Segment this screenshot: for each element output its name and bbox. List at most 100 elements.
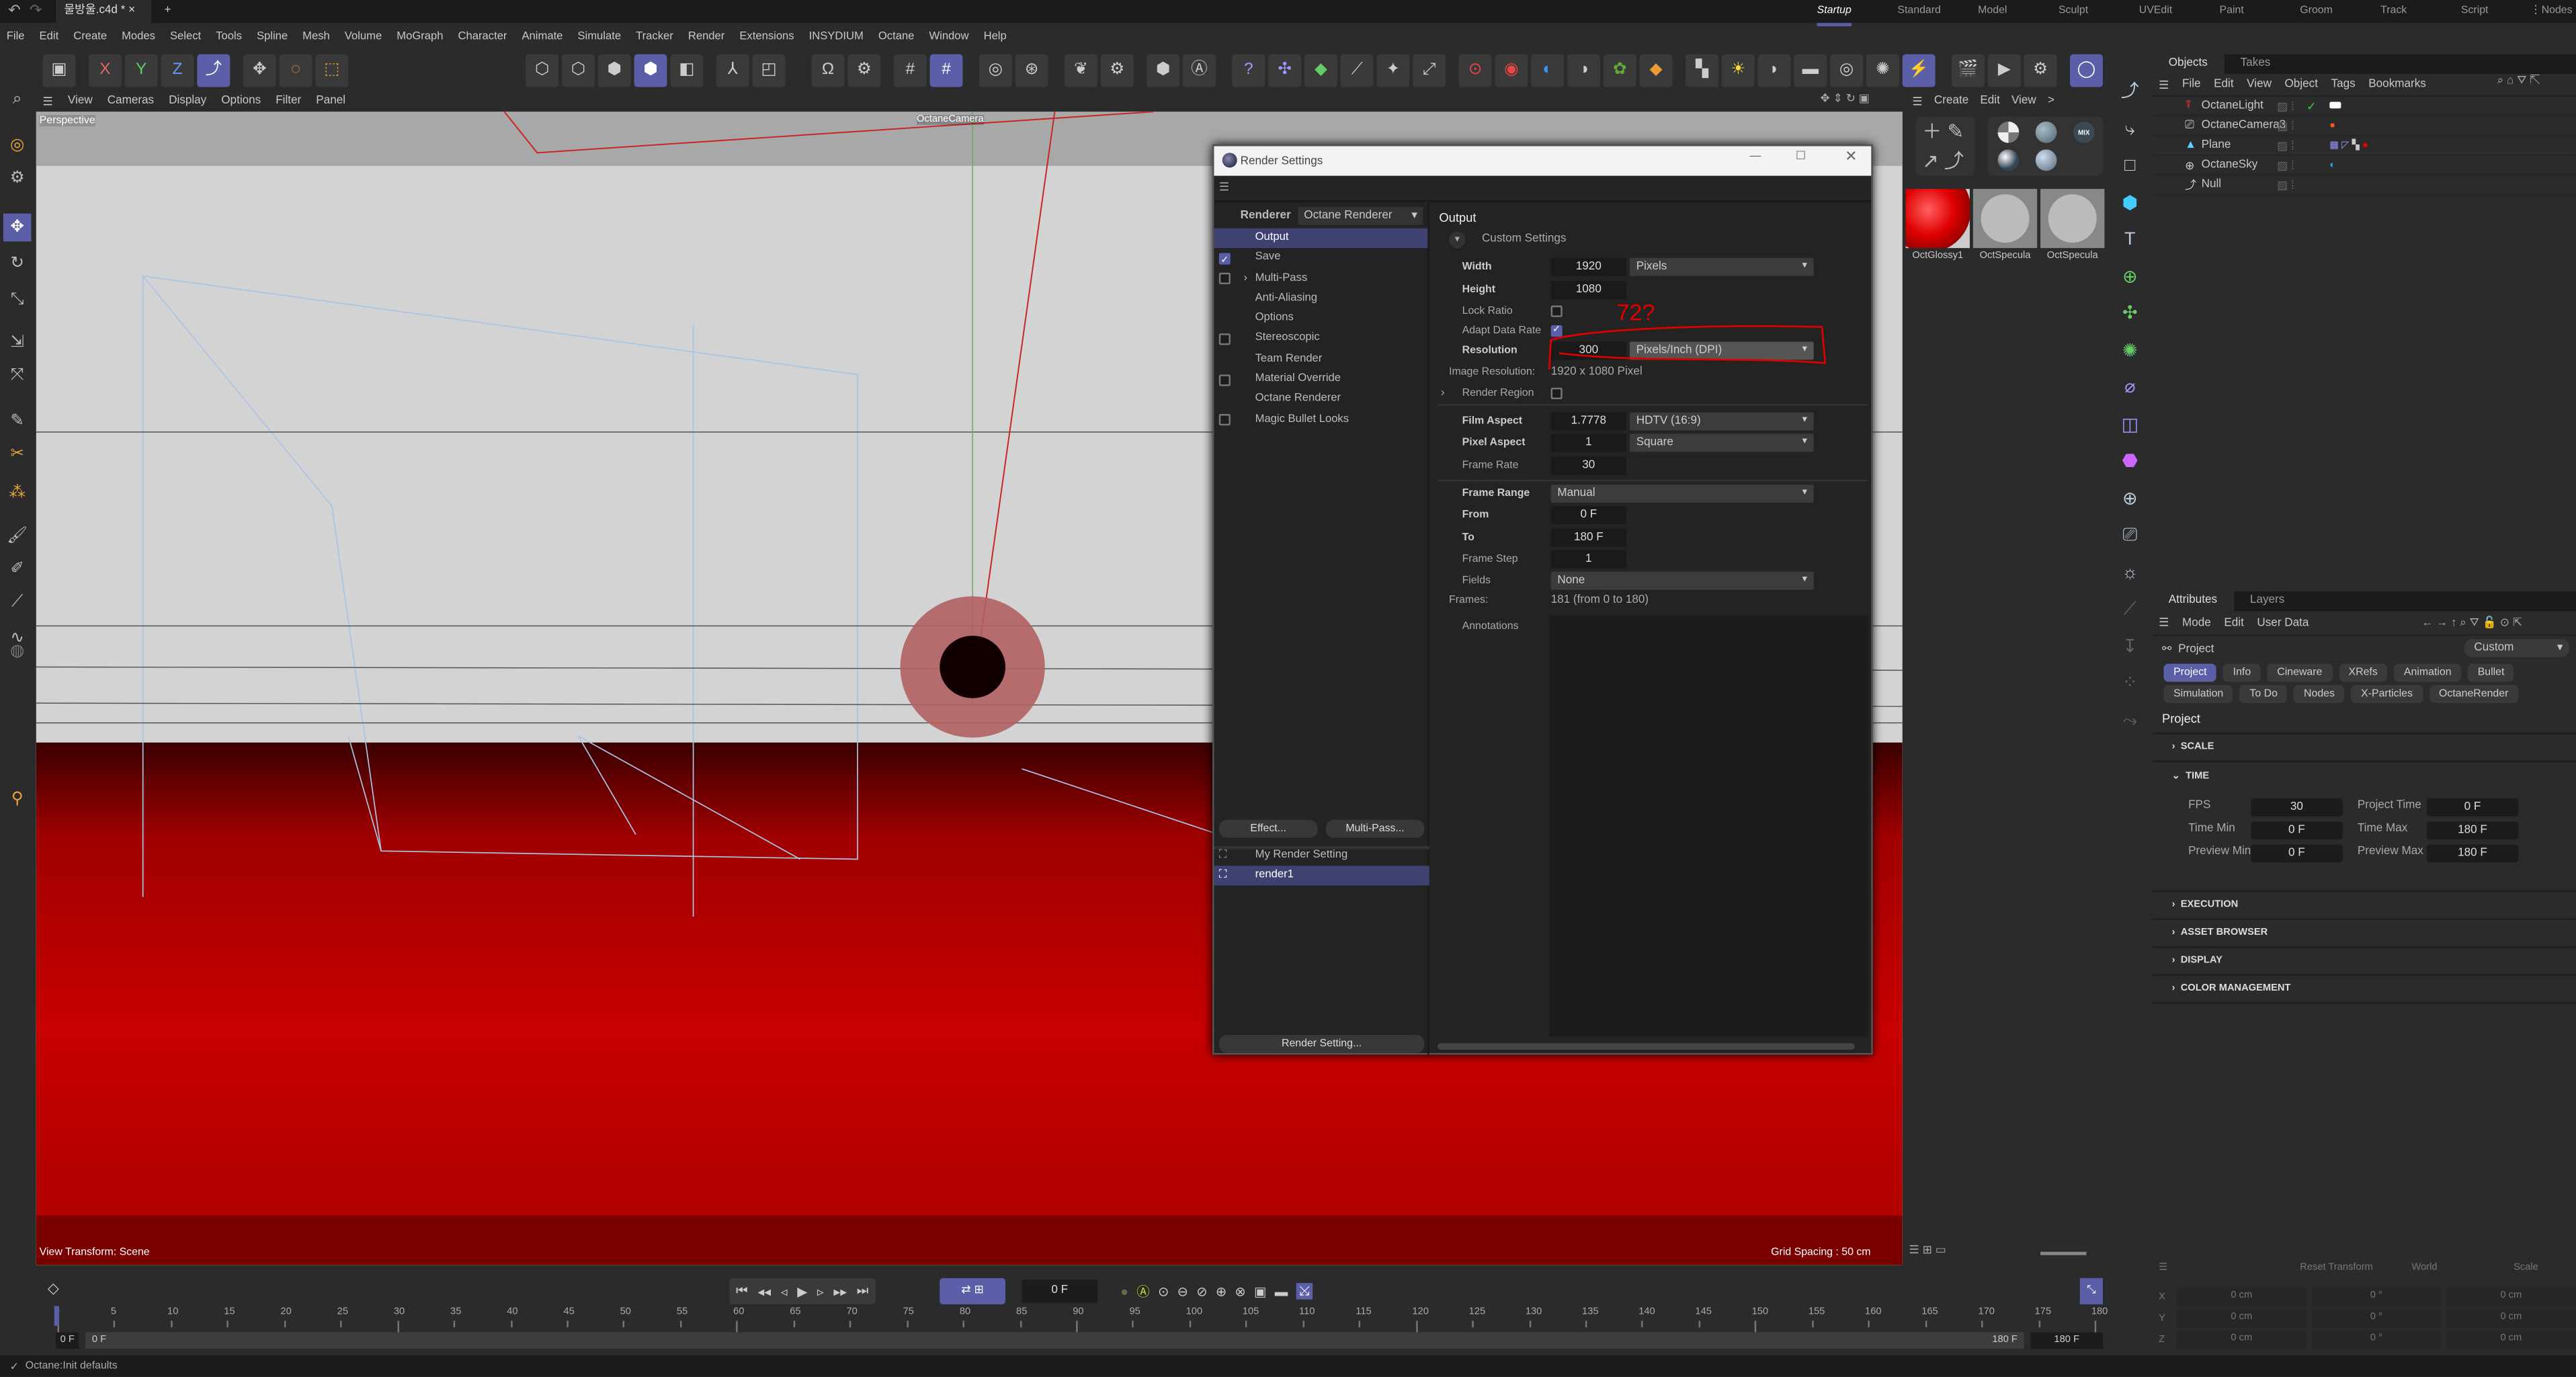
points-mode-icon[interactable]: ⬡ <box>526 54 559 87</box>
scale-dropdown[interactable]: Scale <box>2513 1263 2538 1274</box>
cube-icon[interactable]: ⬢ <box>1147 54 1180 87</box>
volume-icon[interactable]: ⬣ <box>2111 444 2149 481</box>
render-settings-icon[interactable]: ⚙ <box>2024 54 2057 87</box>
time-min-field[interactable]: 0 F <box>2250 821 2343 840</box>
menu-help[interactable]: Help <box>984 31 1007 42</box>
menu-select[interactable]: Select <box>170 31 201 42</box>
scatter-icon[interactable]: ✿ <box>1603 54 1636 87</box>
symmetry-icon[interactable]: ◎ <box>979 54 1012 87</box>
new-tab-button[interactable]: + <box>164 0 171 23</box>
frame-range-dropdown[interactable]: Manual <box>1550 483 1814 502</box>
menu-mograph[interactable]: MoGraph <box>397 31 443 42</box>
box-select-icon[interactable]: ⬚ <box>315 54 349 87</box>
viewport-menu-cameras[interactable]: Cameras <box>108 95 154 107</box>
key-position-icon[interactable]: ⊖ <box>1177 1284 1188 1298</box>
material-tools[interactable]: ＋ ✎ ↗ ⤴ <box>1915 116 1975 176</box>
deformer-object-icon[interactable]: ⌀ <box>2111 370 2149 407</box>
render-icon[interactable]: ▶ <box>1987 54 2021 87</box>
section-scale[interactable]: › SCALE <box>2152 735 2576 763</box>
viewport-menu-panel[interactable]: Panel <box>316 95 345 107</box>
attribute-menu-icon[interactable]: ☰ <box>2159 616 2169 629</box>
to-field[interactable]: 180 F <box>1550 528 1627 546</box>
snap-settings-icon[interactable]: ⚙ <box>847 54 881 87</box>
attribute-menu-item[interactable]: Edit <box>2224 617 2243 628</box>
align-icon[interactable]: ⤧ <box>3 362 32 390</box>
viewport-menu-view[interactable]: View <box>68 95 93 107</box>
solo-icon[interactable]: ◰ <box>752 54 786 87</box>
menu-tools[interactable]: Tools <box>216 31 242 42</box>
current-frame-field[interactable]: 0 F <box>1022 1280 1097 1303</box>
sky-tag-icon[interactable]: ◐ <box>2329 160 2335 170</box>
film-aspect-dropdown[interactable]: HDTV (16:9) <box>1629 411 1814 430</box>
move-tool-icon[interactable]: ✥ <box>3 213 32 242</box>
maximize-icon[interactable]: ☐ <box>1796 149 1806 163</box>
render-nav-team-render[interactable]: Team Render <box>1214 349 1427 370</box>
rotate-tool-icon[interactable]: ↻ <box>3 250 32 278</box>
menu-modes[interactable]: Modes <box>122 31 155 42</box>
render-nav-checkbox[interactable] <box>1218 414 1231 426</box>
coord-field[interactable]: 0 cm <box>2176 1309 2307 1328</box>
layout-tab-track[interactable]: Track <box>2380 0 2407 23</box>
light-tag-icon[interactable] <box>2329 101 2341 111</box>
coordinate-system-icon[interactable]: ⤴ <box>197 54 231 87</box>
pixel-aspect-field[interactable]: 1 <box>1550 433 1627 452</box>
camera-tag-icon[interactable]: ● <box>2329 121 2335 131</box>
target-light-icon[interactable]: ◎ <box>1830 54 1864 87</box>
diffuse-material-icon[interactable] <box>2035 121 2057 143</box>
viewport-layout-icons[interactable]: ☰ ⊞ ▭ <box>1909 1243 1946 1257</box>
viewport-menu-display[interactable]: Display <box>169 95 206 107</box>
grid-icon[interactable]: # <box>893 54 927 87</box>
viewport-name[interactable]: Perspective <box>39 115 95 127</box>
edges-mode-icon[interactable]: ⬡ <box>562 54 595 87</box>
material-menu-item[interactable]: Create <box>1934 95 1968 107</box>
motion-icon[interactable]: ▬ <box>1275 1284 1288 1298</box>
film-aspect-field[interactable]: 1.7778 <box>1550 411 1627 430</box>
object-menu-view[interactable]: View <box>2247 79 2272 90</box>
workplane-icon[interactable]: ⊛ <box>1015 54 1048 87</box>
visibility-toggles[interactable]: ▨ ⁞ <box>2277 99 2294 112</box>
object-row-null[interactable]: ⤴ Null ▨ ⁞ <box>2152 176 2576 196</box>
autokey-icon[interactable]: Ⓐ <box>1136 1282 1150 1300</box>
layout-tab-script[interactable]: Script <box>2461 0 2489 23</box>
render-nav-material-override[interactable]: Material Override <box>1214 370 1427 390</box>
cloner-object-icon[interactable]: ✣ <box>2111 296 2149 333</box>
object-menu-edit[interactable]: Edit <box>2214 79 2233 90</box>
live-select-icon[interactable]: ◌ <box>279 54 313 87</box>
frame-step-field[interactable]: 1 <box>1550 549 1627 568</box>
expand-icon[interactable]: ⤢ <box>1413 54 1446 87</box>
dynamics-icon[interactable]: ↧ <box>2111 628 2149 665</box>
live-selection-icon[interactable]: ◯ <box>2070 54 2103 87</box>
layer-icon[interactable]: ◍ <box>3 637 32 665</box>
interpolation-icon[interactable]: ⤩ <box>1296 1283 1313 1300</box>
object-menu-tags[interactable]: Tags <box>2331 79 2356 90</box>
menu-simulate[interactable]: Simulate <box>577 31 621 42</box>
polygons-mode-icon[interactable]: ⬢ <box>597 54 631 87</box>
link-icon[interactable]: ⤳ <box>2111 702 2149 739</box>
viewport-navigation-icons[interactable]: ✥ ⇕ ↻ ▣ <box>1821 92 1870 105</box>
render-nav-save[interactable]: Save <box>1214 249 1427 272</box>
menu-volume[interactable]: Volume <box>345 31 382 42</box>
layout-tab-groom[interactable]: Groom <box>2300 0 2333 23</box>
project-time-field[interactable]: 0 F <box>2426 798 2519 817</box>
preview-min-field[interactable]: 0 F <box>2250 844 2343 863</box>
go-to-start-icon[interactable]: ⏮ <box>736 1283 748 1299</box>
render-nav-output[interactable]: Output <box>1214 228 1428 249</box>
zoom-slider[interactable] <box>2040 1251 2087 1255</box>
visibility-toggles[interactable]: ▨ ⁞ <box>2277 139 2294 152</box>
material-menu-item[interactable]: Edit <box>1980 95 1999 107</box>
light-object-icon[interactable]: ☼ <box>2111 554 2149 591</box>
null-icon[interactable]: ⤴ <box>2111 74 2149 111</box>
transfer-icon[interactable]: ⇲ <box>3 329 32 357</box>
record-icon[interactable]: ● <box>1120 1284 1128 1298</box>
menu-animate[interactable]: Animate <box>522 31 563 42</box>
object-row-octanesky[interactable]: ⊕ OctaneSky ▨ ⁞ ◐ <box>2152 156 2576 176</box>
render-nav-octane-renderer[interactable]: Octane Renderer <box>1214 390 1427 410</box>
attribute-tab-x-particles[interactable]: X-Particles <box>2351 685 2423 704</box>
preview-max-field[interactable]: 180 F <box>2426 844 2519 863</box>
vdb-icon[interactable]: ◆ <box>1639 54 1673 87</box>
axis-y-button[interactable]: Y <box>124 54 158 87</box>
tweak-icon[interactable]: ⚙ <box>3 164 32 192</box>
coord-field[interactable]: 0 ° <box>2311 1288 2442 1306</box>
pixel-aspect-dropdown[interactable]: Square <box>1629 433 1814 452</box>
multipass-button[interactable]: Multi-Pass... <box>1325 819 1425 838</box>
